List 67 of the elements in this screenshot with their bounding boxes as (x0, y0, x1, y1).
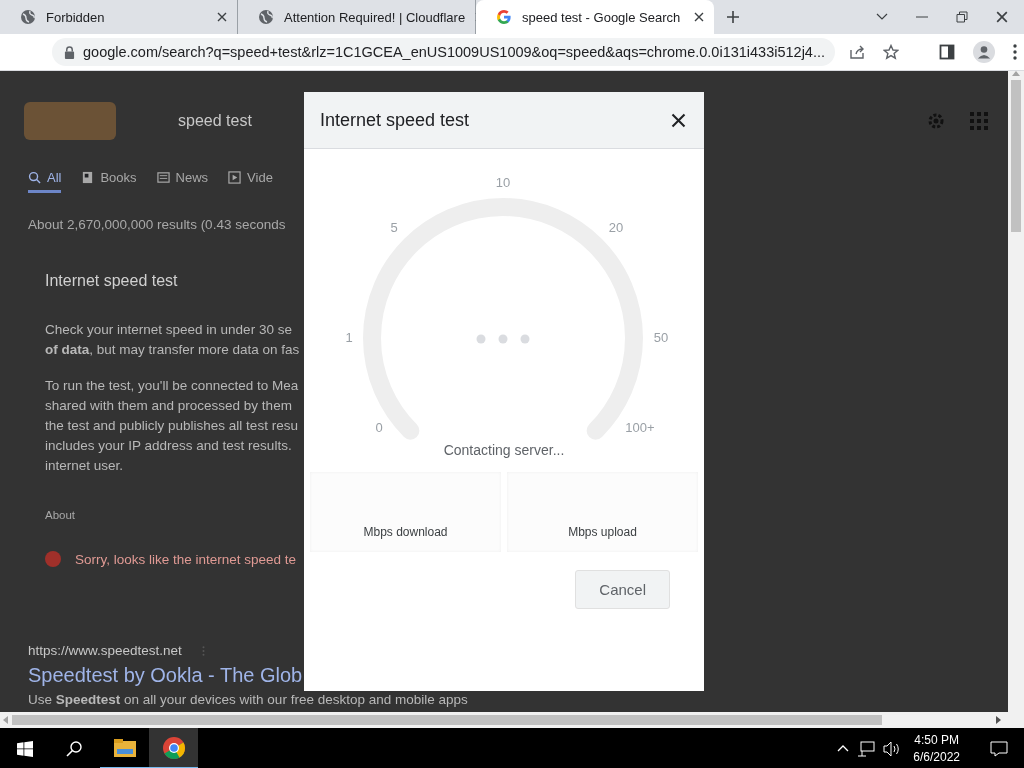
gauge-tick-label: 20 (608, 220, 624, 236)
loading-dots-icon (476, 334, 530, 344)
status-text: Contacting server... (442, 442, 566, 458)
book-icon (81, 171, 95, 184)
speaker-icon[interactable] (883, 740, 902, 757)
new-tab-plus-icon[interactable] (726, 10, 740, 24)
tab-close-icon[interactable] (694, 12, 704, 22)
about-link[interactable]: About (45, 509, 76, 521)
gauge-tick-label: 10 (495, 175, 511, 191)
globe-icon (258, 9, 274, 25)
scroll-right-arrow-icon[interactable] (996, 716, 1001, 724)
tab-close-icon[interactable] (217, 12, 227, 22)
chevron-up-icon[interactable] (837, 745, 850, 752)
result-url[interactable]: https://www.speedtest.net (28, 643, 182, 658)
gauge-tick-label: 50 (653, 330, 669, 346)
taskbar-app-button[interactable] (149, 728, 198, 768)
gauge-tick-label: 0 (375, 420, 383, 436)
chrome-logo-icon (162, 736, 185, 759)
card-title: Internet speed test (45, 272, 178, 290)
speed-readout-panel: Mbps upload (507, 472, 698, 552)
close-icon[interactable] (671, 112, 686, 128)
profile-avatar-icon[interactable] (973, 41, 996, 63)
description-paragraph: To run the test, you'll be connected to Mea shared with them and processed by them the test and publicly publishes all test resu includes your IP address and test results. internet user. (45, 377, 300, 475)
clock-time: 4:50 PM (914, 731, 959, 749)
search-tab[interactable]: Vide (228, 171, 273, 193)
newspaper-icon (156, 171, 170, 184)
dialog-title: Internet speed test (320, 109, 470, 131)
search-icon (28, 171, 41, 184)
description-paragraph: Check your internet speed in under 30 se of data, but may transfer more data on fas (45, 321, 300, 359)
vertical-scrollbar[interactable] (1008, 71, 1024, 712)
share-icon[interactable] (849, 44, 866, 60)
cancel-button[interactable]: Cancel (575, 570, 670, 609)
result-count-text: About 2,670,000,000 results (0.43 seconds (28, 217, 286, 232)
search-icon (65, 740, 82, 757)
speed-readout-panel: Mbps download (310, 472, 501, 552)
error-message: Sorry, looks like the internet speed te (75, 551, 297, 567)
result-title-link[interactable]: Speedtest by Ookla - The Glob (28, 664, 303, 687)
search-query-text[interactable]: speed test (178, 112, 252, 130)
lock-icon (64, 45, 75, 59)
globe-icon (20, 9, 36, 25)
notification-icon[interactable] (990, 740, 1008, 757)
taskbar-clock[interactable]: 4:50 PM 6/6/2022 (913, 731, 960, 766)
horizontal-scrollbar[interactable] (0, 712, 1024, 728)
play-box-icon (228, 171, 242, 184)
browser-tab[interactable]: speed test - Google Search (476, 0, 714, 34)
scrollbar-thumb[interactable] (1011, 80, 1021, 232)
gauge-tick-label: 1 (345, 330, 353, 346)
window-close-icon[interactable] (996, 11, 1008, 23)
network-icon[interactable] (857, 740, 876, 757)
restore-icon[interactable] (956, 11, 968, 23)
search-tab[interactable]: News (156, 171, 209, 193)
result-snippet: Use Speedtest on all your devices with our free desktop and mobile apps (28, 692, 468, 707)
menu-dots-icon[interactable] (1013, 44, 1018, 60)
chevron-down-icon[interactable] (876, 13, 888, 21)
google-logo-icon (496, 9, 512, 25)
gauge-tick-label: 100+ (625, 420, 655, 436)
clock-date: 6/6/2022 (913, 748, 960, 766)
search-tab[interactable]: Books (81, 171, 137, 193)
windows-logo-icon (16, 740, 33, 757)
bookmark-star-icon[interactable] (883, 44, 900, 60)
folder-icon (113, 738, 136, 757)
gauge-tick-label: 5 (390, 220, 398, 236)
scrollbar-thumb[interactable] (12, 715, 882, 725)
search-tab[interactable]: All (28, 171, 62, 193)
side-panel-icon[interactable] (939, 44, 956, 60)
address-bar[interactable]: google.com/search?q=speed+test&rlz=1C1GCEA_enUS1009US1009&oq=speed&aqs=chrome.0.0i131i433i512j4... (52, 38, 836, 66)
error-icon (45, 551, 61, 567)
